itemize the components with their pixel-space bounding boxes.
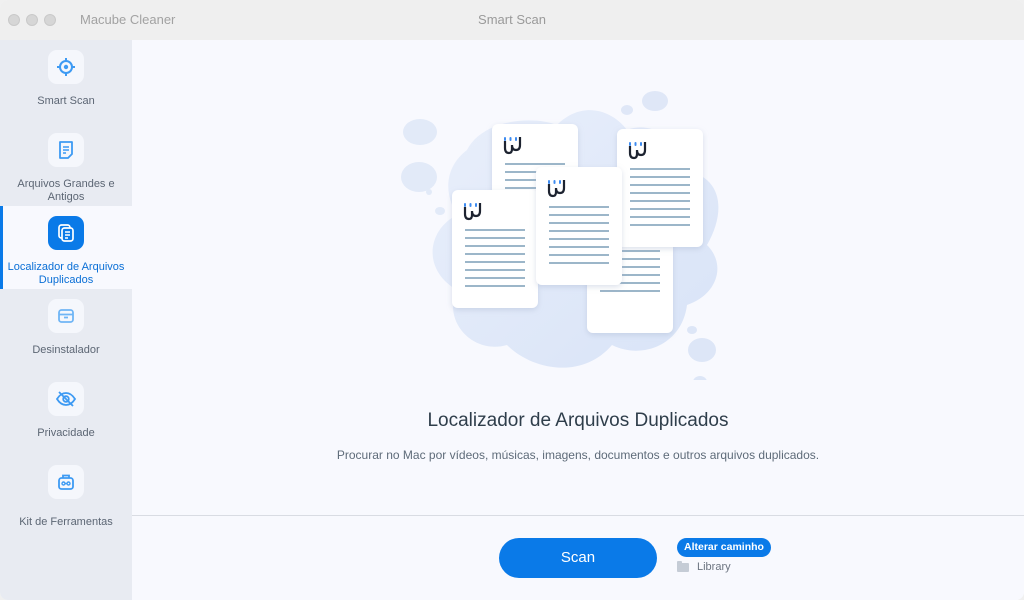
change-path-button[interactable]: Alterar caminho (677, 538, 771, 557)
sidebar-item-large-old-files[interactable]: Arquivos Grandes e Antigos (0, 123, 132, 206)
scan-path: Library (677, 560, 731, 573)
sidebar-item-smart-scan[interactable]: Smart Scan (0, 40, 132, 123)
path-label: Library (697, 561, 731, 573)
sidebar-item-label: Smart Scan (37, 95, 95, 107)
document-card (452, 190, 538, 308)
sidebar-item-duplicate-finder[interactable]: Localizador de Arquivos Duplicados (0, 206, 132, 289)
scan-button[interactable]: Scan (499, 538, 657, 578)
app-window: Macube Cleaner Smart Scan Smart Scan Arq… (0, 0, 1024, 600)
target-icon (48, 50, 84, 84)
sidebar-item-toolkit[interactable]: Kit de Ferramentas (0, 455, 132, 538)
page-description: Procurar no Mac por vídeos, músicas, ima… (336, 448, 820, 462)
main-panel: Localizador de Arquivos Duplicados Procu… (132, 40, 1024, 600)
document-cards (452, 124, 703, 333)
divider (132, 515, 1024, 516)
box-icon (48, 299, 84, 333)
sidebar-item-label: Kit de Ferramentas (19, 516, 113, 528)
title-bar: Macube Cleaner Smart Scan (0, 0, 1024, 40)
eye-off-icon (48, 382, 84, 416)
toolbox-icon (48, 465, 84, 499)
page-title: Localizador de Arquivos Duplicados (427, 410, 729, 431)
folder-icon (677, 560, 689, 572)
document-card (617, 129, 703, 247)
sidebar-item-label: Localizador de Arquivos Duplicados (7, 261, 125, 286)
window-title: Smart Scan (478, 12, 546, 27)
sidebar-item-uninstaller[interactable]: Desinstalador (0, 289, 132, 372)
sidebar-item-label: Desinstalador (32, 344, 100, 356)
document-icon (48, 133, 84, 167)
sidebar-item-label: Privacidade (37, 427, 95, 439)
sidebar-item-privacy[interactable]: Privacidade (0, 372, 132, 455)
sidebar: Smart Scan Arquivos Grandes e Antigos Lo… (0, 40, 132, 600)
duplicate-files-icon (48, 216, 84, 250)
document-card (536, 167, 622, 285)
sidebar-item-label: Arquivos Grandes e Antigos (17, 178, 115, 203)
